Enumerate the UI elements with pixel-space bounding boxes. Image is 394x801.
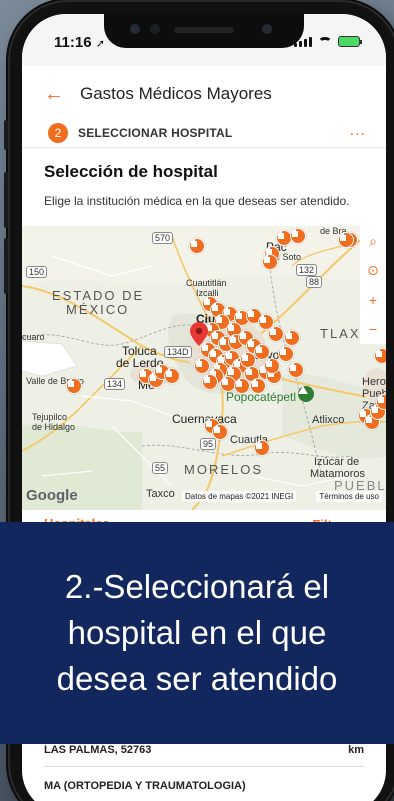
hospital-marker-icon[interactable] xyxy=(262,254,278,270)
hospital-marker-icon[interactable] xyxy=(194,358,210,374)
map-label-atlixco: Atlixco xyxy=(312,414,345,426)
location-arrow-icon: ➚ xyxy=(95,38,105,50)
status-icons xyxy=(294,36,362,47)
map-terms-link[interactable]: Términos de uso xyxy=(316,491,382,502)
map-label-taxco: Taxco xyxy=(146,488,175,500)
hospital-distance: km xyxy=(348,744,364,756)
map-label-mexico: MÉXICO xyxy=(66,302,130,317)
hospital-marker-icon[interactable] xyxy=(189,238,205,254)
list-divider xyxy=(44,766,364,767)
hospital-marker-icon[interactable] xyxy=(264,358,280,374)
hospital-marker-icon[interactable] xyxy=(254,344,270,360)
hospital-address: LAS PALMAS, 52763 xyxy=(44,744,152,756)
section-title: Selección de hospital xyxy=(44,162,218,181)
map-label-heroica: Heroic xyxy=(362,376,386,388)
mute-switch xyxy=(4,120,8,150)
map-label-cuautitlan: Cuautitlán xyxy=(186,278,227,288)
step-number: 2 xyxy=(48,122,68,143)
caption-line-1: 2.-Seleccionará el xyxy=(64,568,330,605)
hospital-name: MA (ORTOPEDIA Y TRAUMATOLOGIA) xyxy=(44,780,246,792)
map-label-de-hidalgo: de Hidalgo xyxy=(32,422,76,432)
more-options-icon[interactable]: ... xyxy=(350,122,366,140)
caption-line-3: desea ser atendido xyxy=(56,660,338,697)
hospital-marker-icon[interactable] xyxy=(164,368,180,384)
hospital-marker-icon[interactable] xyxy=(268,326,284,342)
hospital-marker-icon[interactable] xyxy=(374,348,386,364)
google-logo: Google xyxy=(26,487,78,504)
hospital-marker-icon[interactable] xyxy=(338,232,354,248)
status-time: 11:16 ➚ xyxy=(54,34,105,51)
volcano-marker-icon xyxy=(298,386,314,402)
status-bar: 11:16 ➚ xyxy=(22,14,386,66)
road-shield-95: 95 xyxy=(200,438,217,450)
section-subtitle: Elige la institución médica en la que de… xyxy=(44,194,350,208)
camera-icon xyxy=(130,24,140,34)
hospital-marker-icon[interactable] xyxy=(212,424,228,440)
hospital-marker-icon[interactable] xyxy=(250,378,266,394)
caption-line-2: hospital en el que xyxy=(67,614,327,651)
road-shield-134: 134 xyxy=(104,378,126,390)
hospital-marker-icon[interactable] xyxy=(254,440,270,456)
hospital-marker-icon[interactable] xyxy=(278,346,294,362)
hospital-map[interactable]: ESTADO DE MÉXICO cuaro Toluca de Lerdo C… xyxy=(22,226,386,510)
map-label-izucar: Izúcar de xyxy=(314,456,360,468)
app-header: ← Gastos Médicos Mayores xyxy=(22,74,386,114)
hospital-marker-icon[interactable] xyxy=(202,374,218,390)
map-label-tejupilco: Tejupilco xyxy=(32,412,68,422)
zoom-in-icon[interactable]: + xyxy=(369,293,377,307)
step-indicator: 2 SELECCIONAR HOSPITAL ... xyxy=(22,118,386,148)
hospital-marker-icon[interactable] xyxy=(290,228,306,244)
volume-up-button xyxy=(4,172,8,228)
map-label-cuaro: cuaro xyxy=(22,332,45,342)
speaker-grille xyxy=(174,27,234,33)
zoom-out-icon[interactable]: − xyxy=(369,322,377,336)
volume-down-button xyxy=(4,238,8,294)
hospital-marker-icon[interactable] xyxy=(376,394,386,410)
hospital-marker-icon[interactable] xyxy=(66,378,82,394)
map-label-estado: ESTADO DE xyxy=(52,288,145,303)
notch xyxy=(104,14,304,48)
road-shield-134d: 134D xyxy=(164,346,192,358)
signal-icon xyxy=(294,36,312,47)
road-shield-150: 150 xyxy=(26,266,48,278)
search-icon[interactable]: ⌕ xyxy=(369,234,377,248)
page-title: Gastos Médicos Mayores xyxy=(80,84,272,103)
map-controls: ⌕ ⊙ + − xyxy=(360,226,386,344)
hospital-marker-icon[interactable] xyxy=(288,362,304,378)
list-item[interactable]: LAS PALMAS, 52763 km xyxy=(22,744,386,756)
map-attribution: Datos de mapas ©2021 INEGI xyxy=(182,491,297,502)
list-item[interactable]: MA (ORTOPEDIA Y TRAUMATOLOGIA) xyxy=(22,780,386,792)
road-shield-55: 55 xyxy=(152,462,169,474)
hospital-marker-icon[interactable] xyxy=(284,330,300,346)
back-arrow-icon[interactable]: ← xyxy=(44,83,66,106)
step-label: SELECCIONAR HOSPITAL xyxy=(78,125,233,140)
road-shield-132: 132 xyxy=(296,264,318,276)
battery-icon xyxy=(338,36,362,47)
wifi-icon xyxy=(318,36,332,47)
hospital-selection-section: Selección de hospital Elige la instituci… xyxy=(22,156,386,226)
caption-overlay: 2.-Seleccionará el hospital en el que de… xyxy=(0,522,394,744)
map-label-morelos: MORELOS xyxy=(184,462,264,477)
sensor-icon xyxy=(150,24,160,34)
road-shield-570: 570 xyxy=(152,232,174,244)
selected-location-pin-icon[interactable] xyxy=(190,322,208,346)
front-camera-icon xyxy=(262,24,272,34)
road-shield-88: 88 xyxy=(306,276,323,288)
hospital-marker-icon[interactable] xyxy=(234,378,250,394)
locate-icon[interactable]: ⊙ xyxy=(367,263,379,277)
